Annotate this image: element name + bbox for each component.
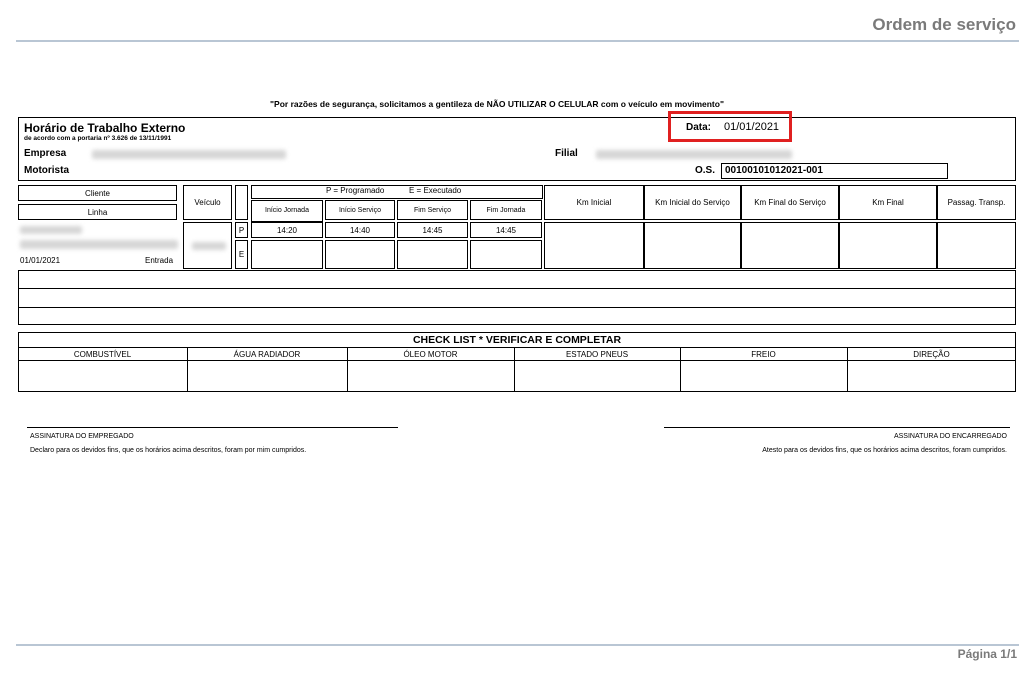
p-inicio-jornada: 14:20: [251, 222, 323, 238]
passag-header: Passag. Transp.: [937, 185, 1016, 220]
checklist-col-direcao: DIREÇÃO: [913, 349, 950, 359]
checklist-col-estado-pneus: ESTADO PNEUS: [565, 349, 629, 359]
e-fim-jornada: [470, 240, 542, 269]
linha-header: Linha: [18, 204, 177, 220]
km-final-header: Km Final: [839, 185, 937, 220]
checklist-title: CHECK LIST * VERIFICAR E COMPLETAR: [412, 334, 622, 346]
header-divider: [16, 40, 1019, 42]
safety-notice: "Por razões de segurança, solicitamos a …: [270, 99, 724, 109]
col-inicio-jornada: Início Jornada: [251, 200, 323, 222]
os-label: O.S.: [695, 165, 716, 176]
legend-box: [251, 185, 543, 199]
km-inicial-header: Km Inicial: [544, 185, 644, 220]
notes-box: [18, 270, 1016, 325]
e-inicio-jornada: [251, 240, 323, 269]
km-inicial-servico-cell: [644, 222, 741, 269]
date-value: 01/01/2021: [724, 121, 780, 133]
employee-signature-label: ASSINATURA DO EMPREGADO: [30, 433, 134, 440]
info-heading: Horário de Trabalho Externo: [24, 121, 186, 135]
checklist-divider: [18, 360, 1016, 361]
km-final-servico-header: Km Final do Serviço: [741, 185, 839, 220]
legend-programado: P = Programado: [326, 186, 385, 195]
filial-value-redacted: [596, 150, 792, 159]
km-inicial-servico-header: Km Inicial do Serviço: [644, 185, 741, 220]
empresa-value-redacted: [92, 150, 286, 159]
km-inicial-cell: [544, 222, 644, 269]
page-title: Ordem de serviço: [872, 15, 1016, 34]
km-final-cell: [839, 222, 937, 269]
empresa-label: Empresa: [24, 148, 67, 159]
motorista-label: Motorista: [24, 165, 69, 176]
checklist-col-freio: FREIO: [751, 349, 776, 359]
legend-executado: E = Executado: [409, 186, 462, 195]
info-subheading: de acordo com a portaria nº 3.626 de 13/…: [24, 135, 172, 142]
passag-cell: [937, 222, 1016, 269]
p-inicio-servico: 14:40: [325, 222, 395, 238]
e-inicio-servico: [325, 240, 395, 269]
notes-row-line: [18, 307, 1016, 308]
footer-divider: [16, 644, 1019, 646]
pe-header: [235, 185, 248, 220]
col-fim-servico: Fim Serviço: [397, 200, 468, 220]
filial-label: Filial: [555, 148, 578, 159]
employee-signature-line: [27, 427, 398, 428]
checklist-col-agua-radiador: ÁGUA RADIADOR: [233, 349, 301, 359]
supervisor-signature-line: [664, 427, 1010, 428]
date-label: Data:: [686, 122, 712, 133]
checklist-col-oleo-motor: ÓLEO MOTOR: [403, 349, 458, 359]
row-p-label: P: [235, 222, 248, 238]
p-fim-servico: 14:45: [397, 222, 468, 238]
col-fim-jornada: Fim Jornada: [470, 200, 542, 220]
checklist-col-combustivel: COMBUSTÍVEL: [73, 349, 132, 359]
page-number: Página 1/1: [957, 647, 1017, 661]
km-final-servico-cell: [741, 222, 839, 269]
cliente-header: Cliente: [18, 185, 177, 201]
os-value: 00100101012021-001: [725, 165, 823, 176]
row-e-label: E: [235, 240, 248, 269]
p-fim-jornada: 14:45: [470, 222, 542, 238]
row-type: Entrada: [145, 256, 174, 265]
veiculo-value-redacted: [192, 242, 226, 250]
e-fim-servico: [397, 240, 468, 269]
linha-value-redacted: [20, 240, 178, 249]
col-inicio-servico: Início Serviço: [325, 200, 395, 220]
row-date: 01/01/2021: [20, 256, 61, 265]
supervisor-signature-label: ASSINATURA DO ENCARREGADO: [893, 433, 1007, 440]
notes-row-line: [18, 288, 1016, 289]
veiculo-header: Veículo: [183, 185, 232, 220]
cliente-value-redacted: [20, 226, 82, 234]
supervisor-declaration: Atesto para os devidos fins, que os horá…: [762, 447, 1007, 454]
employee-declaration: Declaro para os devidos fins, que os hor…: [30, 447, 307, 454]
